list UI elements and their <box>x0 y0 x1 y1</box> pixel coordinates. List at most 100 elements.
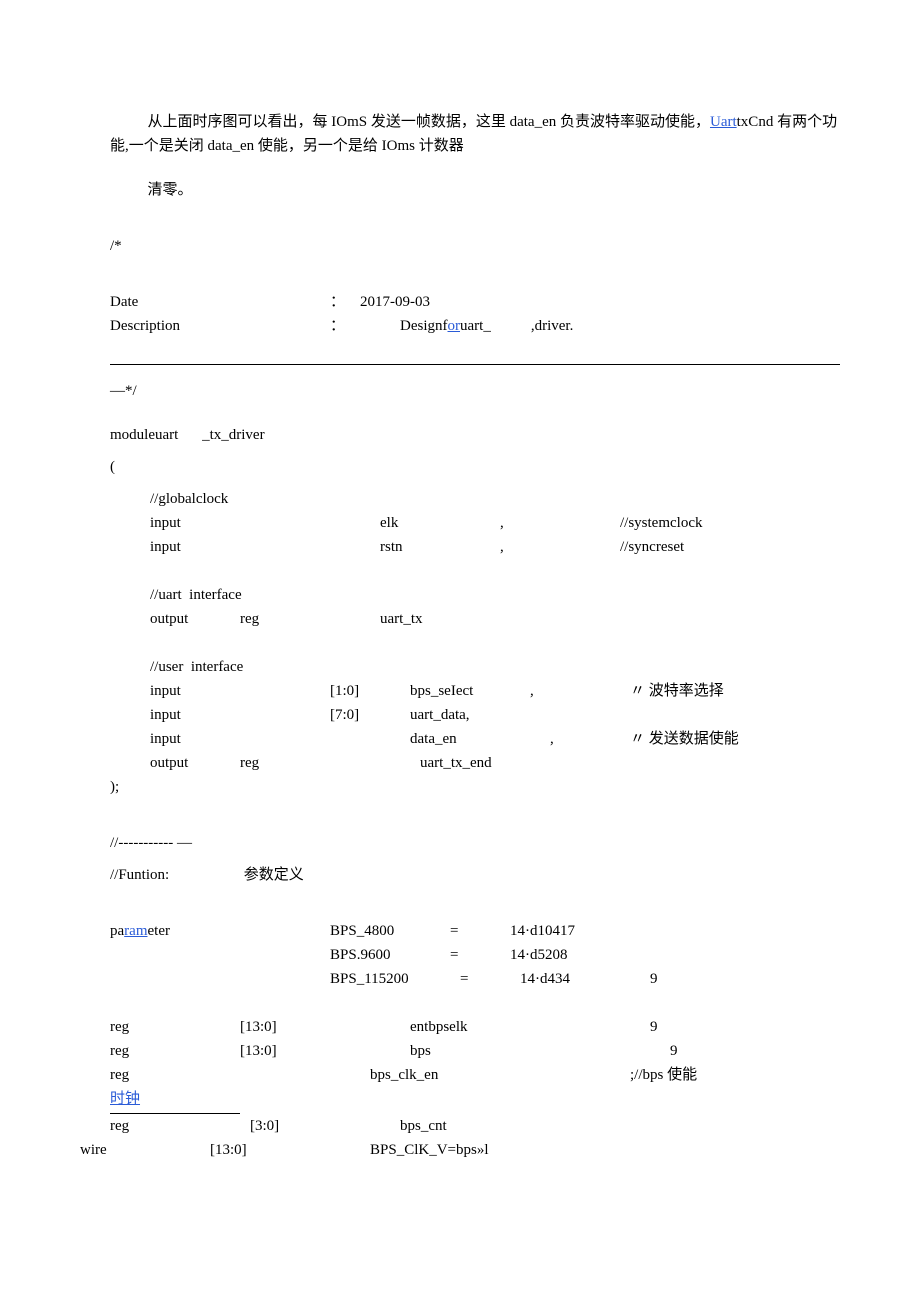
kw-input: input <box>150 511 270 535</box>
intro-paragraph-1: 从上面时序图可以看出，每 IOmS 发送一帧数据，这里 data_en 负责波特… <box>110 110 840 158</box>
kw-reg: reg <box>240 607 380 631</box>
param-row-1: parameter BPS_4800 = 14·d10417 <box>110 919 840 943</box>
user-if-comment-row: //user interface <box>110 655 840 679</box>
intro-text-1a: 从上面时序图可以看出，每 IOmS 发送一帧数据，这里 data_en 负责波特… <box>148 114 710 130</box>
clock-link[interactable]: 时钟 <box>110 1091 140 1107</box>
range-7-0: [7:0] <box>330 703 410 727</box>
funtion-text: 参数定义 <box>244 867 304 883</box>
close-paren: ); <box>110 775 840 799</box>
desc-prefix: Designf <box>400 318 448 334</box>
module-suffix: _tx_driver <box>198 427 264 443</box>
desc-label: Description <box>110 314 330 338</box>
funtion-row: //Funtion: 参数定义 <box>110 863 840 887</box>
punc-comma: , <box>500 535 620 559</box>
ram-link[interactable]: ram <box>124 923 147 939</box>
param-post: eter <box>148 923 170 939</box>
description-row: Description ： Designforuart_ ,driver. <box>110 314 840 338</box>
wire-row-1: wire [13:0] BPS_ClK_V=bps»l <box>80 1138 840 1162</box>
colon-2: ： <box>330 314 400 338</box>
reg-4-name: bps_cnt <box>400 1114 447 1138</box>
port-bps-select-comment: 〃 波特率选择 <box>630 679 724 703</box>
date-value: 2017-09-03 <box>360 290 500 314</box>
port-bps-select-name: bps_seIect <box>410 679 530 703</box>
port-uart-data-row: input [7:0] uart_data, <box>110 703 840 727</box>
port-clk-comment: //systemclock <box>620 511 703 535</box>
reg-2-name: bps <box>410 1039 670 1063</box>
eq-sign: = <box>450 943 510 967</box>
param-row-2: BPS.9600 = 14·d5208 <box>110 943 840 967</box>
uart-if-comment-row: //uart interface <box>110 583 840 607</box>
comment-open: /* <box>110 234 840 258</box>
open-paren: ( <box>110 455 840 479</box>
reg-3-comment: ;//bps 使能 <box>630 1063 697 1087</box>
port-data-en-comment: 〃 发送数据使能 <box>630 727 739 751</box>
range-1-0: [1:0] <box>330 679 410 703</box>
kw-reg: reg <box>110 1015 240 1039</box>
param-1-val: 14·d10417 <box>510 919 575 943</box>
kw-reg: reg <box>110 1114 250 1138</box>
param-3-end: 9 <box>650 967 658 991</box>
kw-input: input <box>150 535 270 559</box>
reg-3-name: bps_clk_en <box>370 1063 630 1087</box>
port-uart-data-name: uart_data, <box>410 703 470 727</box>
param-2-name: BPS.9600 <box>330 943 450 967</box>
param-1-name: BPS_4800 <box>330 919 450 943</box>
reg-2-end: 9 <box>670 1039 678 1063</box>
reg-row-3: reg bps_clk_en ;//bps 使能 <box>110 1063 840 1087</box>
divider <box>110 364 840 365</box>
colon: ： <box>330 290 360 314</box>
reg-row-1: reg [13:0] entbpselk 9 <box>110 1015 840 1039</box>
port-rstn-comment: //syncreset <box>620 535 684 559</box>
port-uart-tx-end-name: uart_tx_end <box>420 751 492 775</box>
port-data-en-row: input data_en , 〃 发送数据使能 <box>110 727 840 751</box>
wire-1-name: BPS_ClK_V=bps»l <box>370 1138 489 1162</box>
range-3-0: [3:0] <box>250 1114 400 1138</box>
port-data-en-name: data_en <box>410 727 550 751</box>
reg-1-name: entbpselk <box>410 1015 650 1039</box>
eq-sign: = <box>450 919 510 943</box>
port-uart-tx-end-row: output reg uart_tx_end <box>110 751 840 775</box>
reg-1-end: 9 <box>650 1015 658 1039</box>
range-13-0: [13:0] <box>240 1015 410 1039</box>
uart-if-comment: //uart interface <box>150 583 242 607</box>
port-clk-row: input elk , //systemclock <box>110 511 840 535</box>
port-clk-name: elk <box>380 511 500 535</box>
intro-paragraph-2: 清零。 <box>110 178 840 202</box>
param-row-3: BPS_115200 = 14·d434 9 <box>110 967 840 991</box>
module-prefix: moduleuart <box>110 427 178 443</box>
global-clock-comment-row: //globalclock <box>110 487 840 511</box>
eq-sign: = <box>460 967 520 991</box>
kw-input: input <box>150 679 270 703</box>
punc-comma: , <box>550 727 630 751</box>
port-uart-tx-row: output reg uart_tx <box>110 607 840 631</box>
desc-mid: uart_ <box>460 318 491 334</box>
kw-input: input <box>150 727 270 751</box>
comment-close: —*/ <box>110 379 840 403</box>
user-if-comment: //user interface <box>150 655 243 679</box>
punc-comma: , <box>500 511 620 535</box>
punc-comma: , <box>530 679 630 703</box>
kw-reg: reg <box>240 751 420 775</box>
range-13-0: [13:0] <box>240 1039 410 1063</box>
reg-row-2: reg [13:0] bps 9 <box>110 1039 840 1063</box>
module-declaration: moduleuart _tx_driver <box>110 423 840 447</box>
clock-link-row: 时钟 <box>110 1087 840 1111</box>
param-3-val: 14·d434 <box>520 967 650 991</box>
kw-input: input <box>150 703 270 727</box>
kw-reg: reg <box>110 1039 240 1063</box>
kw-reg: reg <box>110 1063 370 1087</box>
kw-parameter: parameter <box>110 919 330 943</box>
port-rstn-row: input rstn , //syncreset <box>110 535 840 559</box>
param-3-name: BPS_115200 <box>330 967 460 991</box>
desc-suffix: ,driver. <box>531 318 574 334</box>
or-link[interactable]: or <box>448 318 461 334</box>
uart-link[interactable]: Uart <box>710 114 737 130</box>
kw-output: output <box>150 607 240 631</box>
kw-wire: wire <box>80 1138 210 1162</box>
port-bps-select-row: input [1:0] bps_seIect , 〃 波特率选择 <box>110 679 840 703</box>
funtion-dashes: //----------- — <box>110 831 840 855</box>
param-2-val: 14·d5208 <box>510 943 568 967</box>
param-pre: pa <box>110 923 124 939</box>
range-13-0: [13:0] <box>210 1138 370 1162</box>
date-label: Date <box>110 290 330 314</box>
